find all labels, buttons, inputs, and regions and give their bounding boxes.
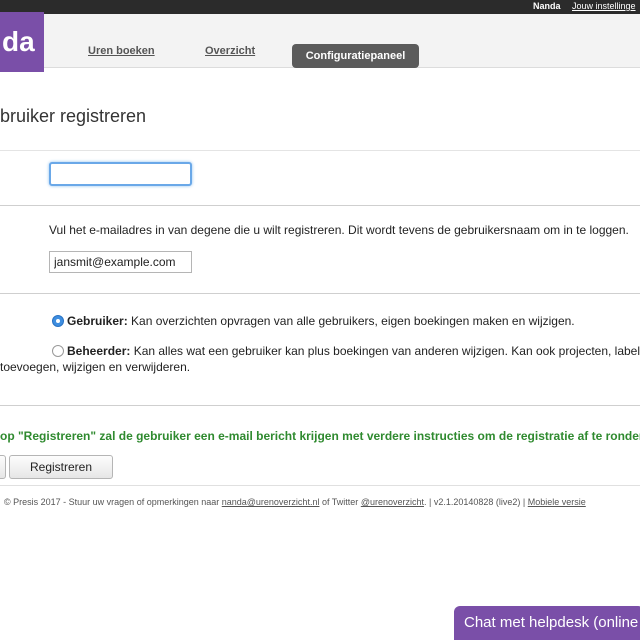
- role-gebruiker: Gebruiker: Kan overzichten opvragen van …: [67, 314, 575, 328]
- footer: © Presis 2017 - Stuur uw vragen of opmer…: [4, 497, 586, 507]
- settings-link[interactable]: Jouw instellinge: [572, 1, 636, 11]
- radio-beheerder[interactable]: [52, 345, 64, 357]
- footer-version: v2.1.20140828 (live2): [433, 497, 521, 507]
- page-title: bruiker registreren: [0, 106, 147, 126]
- role-label: Gebruiker:: [67, 314, 128, 328]
- name-input[interactable]: [49, 162, 192, 186]
- role-description: Kan alles wat een gebruiker kan plus boe…: [130, 344, 640, 358]
- nav-hours-link[interactable]: Uren boeken: [88, 45, 155, 57]
- footer-email-link[interactable]: nanda@urenoverzicht.nl: [222, 497, 320, 507]
- email-input[interactable]: [49, 251, 192, 273]
- nav-config-tab[interactable]: Configuratiepaneel: [292, 44, 419, 68]
- divider: [0, 293, 640, 294]
- register-button[interactable]: Registreren: [9, 455, 113, 479]
- radio-gebruiker[interactable]: [52, 315, 64, 327]
- email-instruction: Vul het e-mailadres in van degene die u …: [49, 223, 629, 237]
- divider: [0, 205, 640, 206]
- chat-helpdesk-button[interactable]: Chat met helpdesk (online: [454, 606, 640, 640]
- user-name: Nanda: [533, 1, 561, 11]
- back-button[interactable]: [0, 455, 6, 479]
- footer-separator: |: [520, 497, 528, 507]
- top-bar: Nanda Jouw instellinge: [0, 0, 640, 14]
- footer-twitter-link[interactable]: @urenoverzicht: [361, 497, 424, 507]
- role-beheerder-continuation: toevoegen, wijzigen en verwijderen.: [0, 360, 191, 374]
- nav-overview-link[interactable]: Overzicht: [205, 45, 255, 57]
- footer-copyright: © Presis 2017 - Stuur uw vragen of opmer…: [4, 497, 222, 507]
- header: Uren boeken Overzicht Configuratiepaneel: [0, 14, 640, 68]
- logo[interactable]: da: [0, 12, 44, 72]
- footer-text: of Twitter: [319, 497, 361, 507]
- role-beheerder: Beheerder: Kan alles wat een gebruiker k…: [67, 344, 640, 358]
- divider: [0, 405, 640, 406]
- footer-separator: . |: [423, 497, 434, 507]
- footer-mobile-link[interactable]: Mobiele versie: [528, 497, 586, 507]
- divider: [0, 485, 640, 486]
- registration-notice: op "Registreren" zal de gebruiker een e-…: [0, 429, 640, 443]
- role-description: Kan overzichten opvragen van alle gebrui…: [127, 314, 575, 328]
- role-label: Beheerder:: [67, 344, 131, 358]
